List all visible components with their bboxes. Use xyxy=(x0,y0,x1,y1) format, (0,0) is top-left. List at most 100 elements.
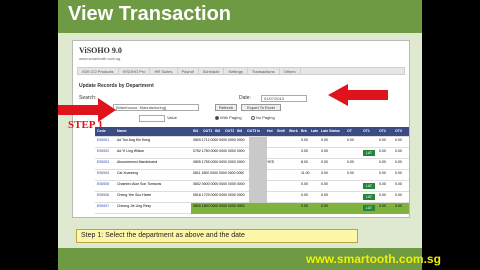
table-row[interactable]: E00001 Ad Ton Ang Kin Hong 0809 1712 000… xyxy=(95,137,409,148)
late-badge: LAT xyxy=(363,205,375,211)
row-name: Cai Xuanning xyxy=(117,171,139,175)
row-ot1: 0.00 xyxy=(347,171,354,175)
app-header: ViSOHO 9.0 www.smartooth.com.sg xyxy=(73,41,409,65)
radio-no-paging-label: No Paging xyxy=(256,115,275,120)
col-out3: OUT3 xyxy=(247,129,257,133)
row-ot2: 0.00 xyxy=(379,182,386,186)
nav-item-visoho-pro[interactable]: VISOHO Pro xyxy=(119,68,151,74)
arrow-left-icon xyxy=(328,84,388,106)
row-ot3: 0.00 xyxy=(395,204,402,208)
row-code[interactable]: E00002 xyxy=(97,149,109,153)
row-times: 0818 1729 0000 0000 0000 0000 xyxy=(193,193,245,197)
col-in2: IN2 xyxy=(215,129,221,133)
row-code[interactable]: E00003 xyxy=(97,160,109,164)
time-cell-shade xyxy=(249,181,267,192)
col-hol: Hol xyxy=(267,129,273,133)
col-ot: OT xyxy=(347,129,352,133)
late-badge: LAT xyxy=(363,150,375,156)
nav-item-transactions[interactable]: Transactions xyxy=(248,68,280,74)
row-name: Chambro Aloe Son Tomsons xyxy=(117,182,162,186)
app-window: ViSOHO 9.0 www.smartooth.com.sg ISIS CO … xyxy=(72,40,410,218)
row-times: 0800 1800 0000 0000 0000 0000 xyxy=(193,204,245,208)
nav-item-schedule[interactable]: Schedule xyxy=(199,68,225,74)
row-times: 0811 1800 0000 0000 0000 0000 xyxy=(193,171,245,175)
radio-with-paging[interactable]: With Paging xyxy=(215,115,242,120)
row-work: 0.00 xyxy=(301,138,308,142)
row-late: 0.00 xyxy=(321,160,328,164)
row-code[interactable]: E00005 xyxy=(97,182,109,186)
row-times: 0752 1750 0000 0000 0000 0000 xyxy=(193,149,245,153)
row-code[interactable]: E00001 xyxy=(97,138,109,142)
row-ot2: 0.00 xyxy=(379,160,386,164)
row-name: Cheng Yee Soo Hwee xyxy=(117,193,152,197)
table-row[interactable]: E00005 Chambro Aloe Son Tomsons 0802 000… xyxy=(95,181,409,192)
table-header: Code Name IN1 OUT1 IN2 OUT2 IN3 OUT3 In … xyxy=(95,127,409,137)
title-band: View Transaction xyxy=(58,0,422,33)
late-badge: LAT xyxy=(363,183,375,189)
radio-selected-icon xyxy=(215,115,219,120)
row-work: 11.00 xyxy=(301,171,310,175)
app-logo: ViSOHO 9.0 xyxy=(79,46,122,55)
main-nav: ISIS CO Products VISOHO Pro HR Suites Pa… xyxy=(77,67,405,75)
row-ot2: 0.00 xyxy=(379,204,386,208)
row-ot3: 0.00 xyxy=(395,160,402,164)
section-title: Update Records by Department xyxy=(79,83,154,89)
col-name: Name xyxy=(117,129,127,133)
nav-item-payroll[interactable]: Payroll xyxy=(178,68,199,74)
row-work: 0.00 xyxy=(301,182,308,186)
table-row[interactable]: E00006 Cheng Yee Soo Hwee 0818 1729 0000… xyxy=(95,192,409,203)
export-excel-button[interactable]: Export To Excel xyxy=(241,104,281,111)
department-select[interactable]: [Warehouse, Manufacturing] xyxy=(113,104,199,111)
row-name: Cheong Jie Ung Resy xyxy=(117,204,152,208)
value-select[interactable] xyxy=(139,115,165,122)
slide: View Transaction ViSOHO 9.0 www.smartoot… xyxy=(58,0,422,270)
row-work: 8.00 xyxy=(301,160,308,164)
date-field[interactable]: 01/07/2013 xyxy=(261,95,307,102)
refresh-button[interactable]: Refresh xyxy=(215,104,237,111)
nav-item-others[interactable]: Others xyxy=(280,68,301,74)
time-cell-shade xyxy=(249,148,267,159)
date-label: Date: xyxy=(239,95,251,101)
footer-url: www.smartooth.com.sg xyxy=(306,252,441,266)
table-row[interactable]: E00003 Aboomemoni Mamikinami 0805 1755 0… xyxy=(95,159,409,170)
row-work: 0.00 xyxy=(301,149,308,153)
table-row-highlighted[interactable]: E00007 Cheong Jie Ung Resy 0800 1800 000… xyxy=(95,203,409,214)
col-work: Work xyxy=(289,129,298,133)
col-brk: Brk xyxy=(301,129,307,133)
col-in3: IN3 xyxy=(237,129,243,133)
row-code[interactable]: E00006 xyxy=(97,193,109,197)
row-ot3: 0.00 xyxy=(395,138,402,142)
row-code[interactable]: E00007 xyxy=(97,204,109,208)
time-cell-shade xyxy=(249,170,267,181)
col-ot1: OT1 xyxy=(363,129,370,133)
col-out2: OUT2 xyxy=(225,129,235,133)
nav-item-hr-suites[interactable]: HR Suites xyxy=(150,68,178,74)
row-work: 0.00 xyxy=(301,193,308,197)
row-late: 0.00 xyxy=(321,182,328,186)
radio-no-paging[interactable]: No Paging xyxy=(251,115,275,120)
row-times: 0802 0000 0000 0000 0000 0000 xyxy=(193,182,245,186)
row-ot2: 0.00 xyxy=(379,149,386,153)
app-logo-url: www.smartooth.com.sg xyxy=(79,56,121,61)
row-name: Ad Yi Ling Wilson xyxy=(117,149,145,153)
transaction-table: Code Name IN1 OUT1 IN2 OUT2 IN3 OUT3 In … xyxy=(95,127,409,214)
value-label: Value xyxy=(167,115,177,120)
nav-item-products[interactable]: ISIS CO Products xyxy=(78,68,119,74)
row-late: 0.00 xyxy=(321,171,328,175)
table-row[interactable]: E00002 Ad Yi Ling Wilson 0752 1750 0000 … xyxy=(95,148,409,159)
row-name: Aboomemoni Mamikinami xyxy=(117,160,158,164)
row-times: 0809 1712 0000 0000 0000 0000 xyxy=(193,138,245,142)
row-ot3: 0.00 xyxy=(395,182,402,186)
col-ot2: OT2 xyxy=(379,129,386,133)
row-late: 0.00 xyxy=(321,138,328,142)
col-late-status: Late Status xyxy=(321,129,340,133)
row-ot3: 0.00 xyxy=(395,193,402,197)
nav-item-settings[interactable]: Settings xyxy=(224,68,248,74)
step-label: STEP 1 xyxy=(68,119,104,131)
table-row[interactable]: E00004 Cai Xuanning 0811 1800 0000 0000 … xyxy=(95,170,409,181)
time-cell-shade xyxy=(249,192,267,203)
row-ot1: 0.00 xyxy=(347,160,354,164)
row-code[interactable]: E00004 xyxy=(97,171,109,175)
row-ot3: 0.00 xyxy=(395,149,402,153)
time-cell-shade xyxy=(249,159,267,170)
